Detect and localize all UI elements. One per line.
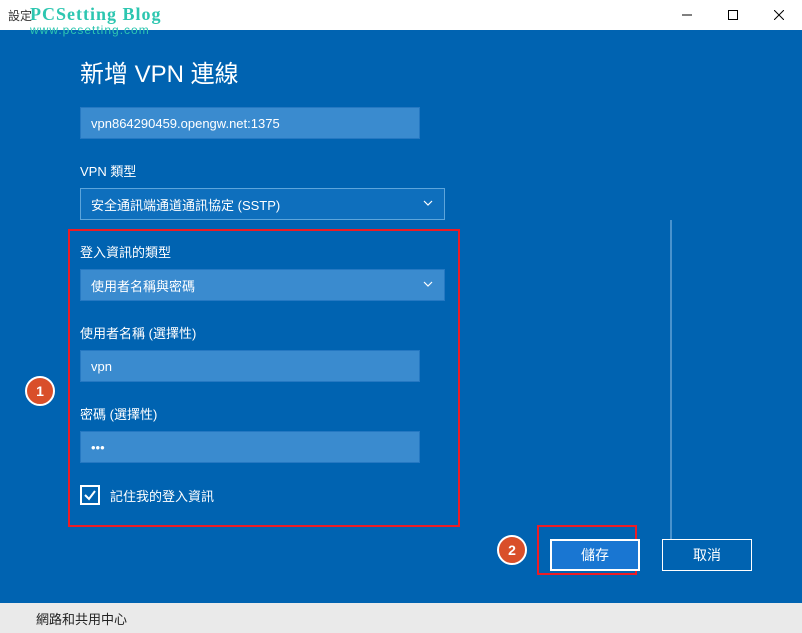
signin-type-select[interactable]: 使用者名稱與密碼 bbox=[80, 269, 445, 301]
signin-type-group: 登入資訊的類型 使用者名稱與密碼 bbox=[80, 242, 520, 301]
cancel-button[interactable]: 取消 bbox=[662, 539, 752, 571]
footer-strip: 網路和共用中心 bbox=[0, 603, 802, 633]
vpn-type-value: 安全通訊端通道通訊協定 (SSTP) bbox=[91, 195, 280, 214]
vpn-type-group: VPN 類型 安全通訊端通道通訊協定 (SSTP) bbox=[80, 161, 520, 220]
window-controls bbox=[664, 0, 802, 30]
chevron-down-icon bbox=[422, 278, 434, 293]
vpn-form: VPN 類型 安全通訊端通道通訊協定 (SSTP) 登入資訊的類型 使用者名稱與… bbox=[0, 107, 520, 505]
save-button[interactable]: 儲存 bbox=[550, 539, 640, 571]
password-input[interactable] bbox=[80, 431, 420, 463]
username-group: 使用者名稱 (選擇性) bbox=[80, 323, 520, 382]
username-label: 使用者名稱 (選擇性) bbox=[80, 323, 520, 342]
close-button[interactable] bbox=[756, 0, 802, 30]
dialog-buttons: 儲存 取消 bbox=[550, 539, 752, 571]
window-title: 設定 bbox=[8, 7, 32, 24]
remember-checkbox[interactable] bbox=[80, 485, 100, 505]
signin-type-value: 使用者名稱與密碼 bbox=[91, 276, 195, 295]
signin-type-label: 登入資訊的類型 bbox=[80, 242, 520, 261]
username-input[interactable] bbox=[80, 350, 420, 382]
chevron-down-icon bbox=[422, 197, 434, 212]
check-icon bbox=[83, 488, 97, 502]
remember-label: 記住我的登入資訊 bbox=[110, 486, 214, 505]
server-input[interactable] bbox=[80, 107, 420, 139]
vpn-type-select[interactable]: 安全通訊端通道通訊協定 (SSTP) bbox=[80, 188, 445, 220]
annotation-badge-2: 2 bbox=[497, 535, 527, 565]
scrollbar[interactable] bbox=[670, 220, 672, 540]
password-group: 密碼 (選擇性) bbox=[80, 404, 520, 463]
vpn-type-label: VPN 類型 bbox=[80, 161, 520, 180]
password-label: 密碼 (選擇性) bbox=[80, 404, 520, 423]
titlebar: 設定 bbox=[0, 0, 802, 30]
annotation-badge-1: 1 bbox=[25, 376, 55, 406]
maximize-button[interactable] bbox=[710, 0, 756, 30]
minimize-button[interactable] bbox=[664, 0, 710, 30]
footer-text: 網路和共用中心 bbox=[36, 609, 127, 628]
page-title: 新增 VPN 連線 bbox=[0, 54, 802, 89]
settings-body: 新增 VPN 連線 VPN 類型 安全通訊端通道通訊協定 (SSTP) 登入資訊… bbox=[0, 30, 802, 603]
remember-row[interactable]: 記住我的登入資訊 bbox=[80, 485, 520, 505]
server-field-group bbox=[80, 107, 520, 139]
